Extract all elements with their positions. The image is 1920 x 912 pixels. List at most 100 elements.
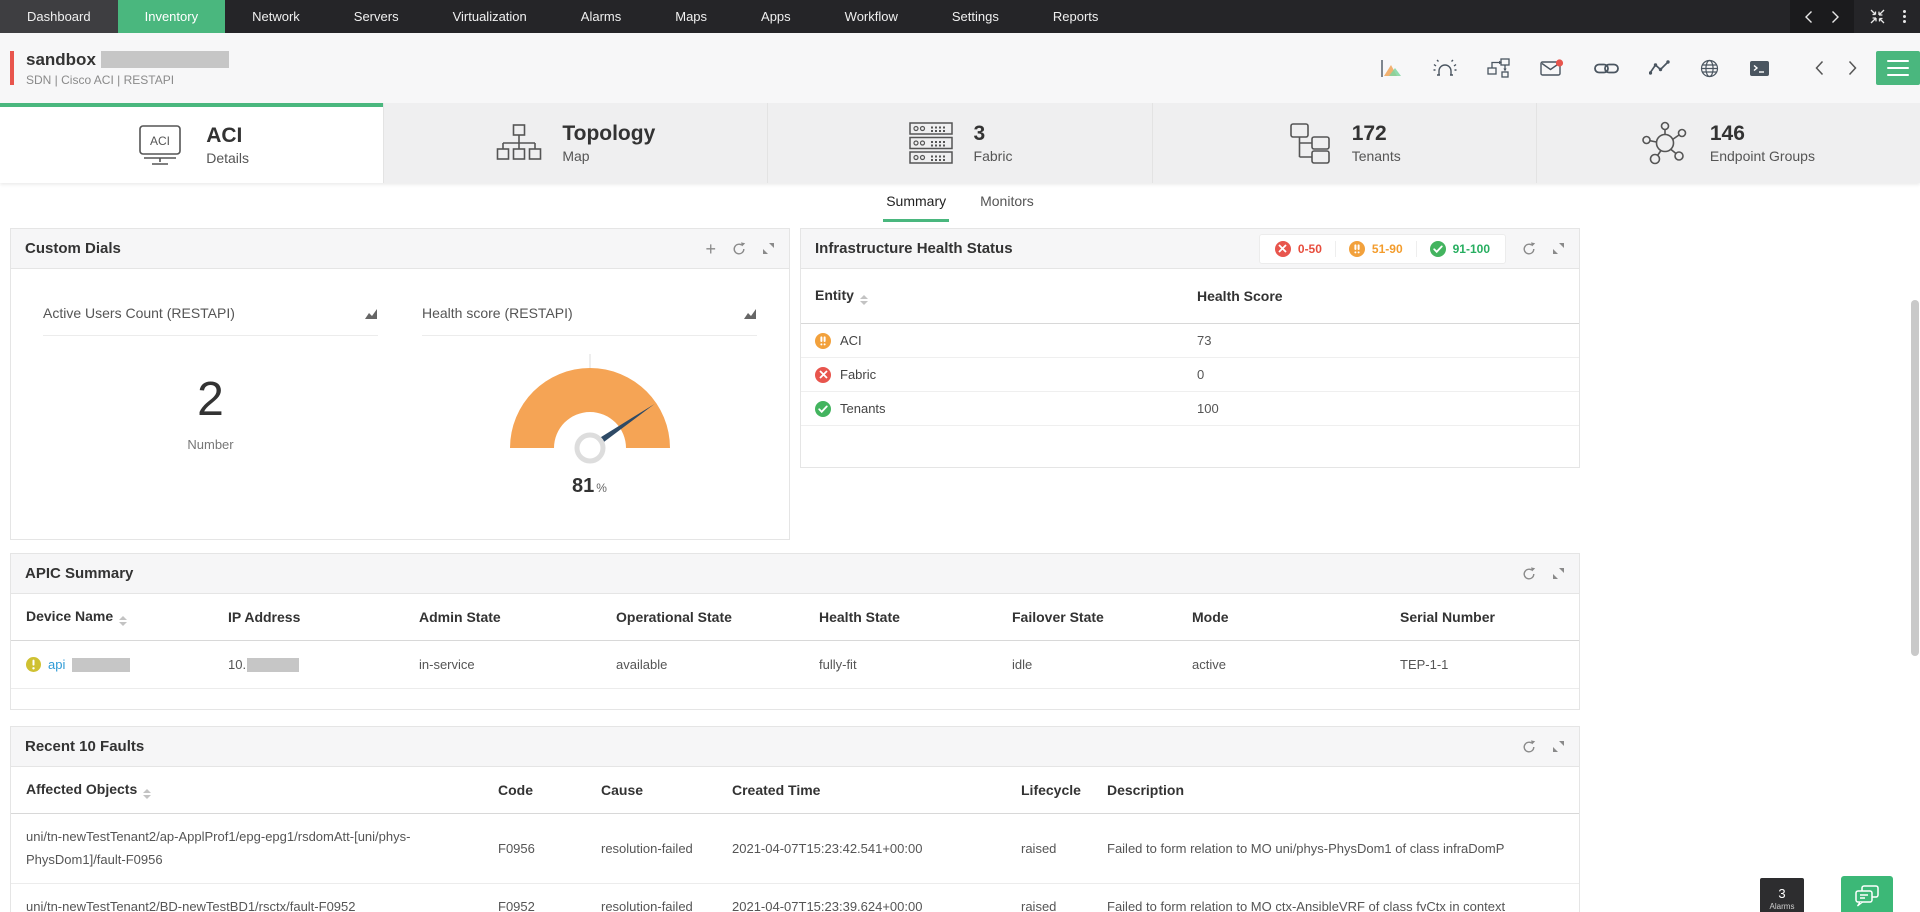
nav-item-apps[interactable]: Apps xyxy=(734,0,818,33)
column-mode: Mode xyxy=(1192,609,1400,625)
warning-icon xyxy=(815,333,831,349)
expand-icon[interactable] xyxy=(762,242,775,255)
expand-icon[interactable] xyxy=(1552,567,1565,580)
line-chart-icon[interactable] xyxy=(1649,60,1670,76)
refresh-icon[interactable] xyxy=(1522,567,1536,581)
entity-name: Tenants xyxy=(840,401,886,416)
mail-icon[interactable] xyxy=(1540,59,1564,78)
tab-summary[interactable]: Summary xyxy=(883,183,949,222)
panel-title: Infrastructure Health Status xyxy=(815,240,1013,257)
card-value: 146 xyxy=(1710,122,1815,145)
health-score: 73 xyxy=(1197,333,1565,348)
device-pager xyxy=(1814,60,1858,76)
workflow-icon[interactable] xyxy=(1487,58,1510,78)
description-cell: Failed to form relation to MO uni/phys-P… xyxy=(1107,830,1564,867)
mini-area-chart-icon xyxy=(744,306,757,320)
page-subtitle: SDN | Cisco ACI | RESTAPI xyxy=(26,73,229,87)
nav-item-servers[interactable]: Servers xyxy=(327,0,426,33)
nav-item-dashboard[interactable]: Dashboard xyxy=(0,0,118,33)
card-subtitle: Details xyxy=(206,150,249,166)
menu-button[interactable] xyxy=(1876,51,1920,85)
description-cell: Failed to form relation to MO ctx-Ansibl… xyxy=(1107,888,1564,912)
nav-item-settings[interactable]: Settings xyxy=(925,0,1026,33)
exit-fullscreen-icon[interactable] xyxy=(1870,9,1885,24)
tab-monitors[interactable]: Monitors xyxy=(977,183,1037,222)
created-time-cell: 2021-04-07T15:23:39.624+00:00 xyxy=(732,888,1021,912)
card-text: ACI Details xyxy=(206,124,249,166)
health-score: 100 xyxy=(1197,401,1565,416)
overflow-menu-icon[interactable] xyxy=(1899,10,1910,23)
prev-device-icon[interactable] xyxy=(1814,60,1824,76)
created-time-cell: 2021-04-07T15:23:42.541+00:00 xyxy=(732,830,1021,867)
expand-icon[interactable] xyxy=(1552,242,1565,255)
mini-area-chart-icon xyxy=(365,306,378,320)
terminal-icon[interactable] xyxy=(1749,60,1770,77)
panel-actions xyxy=(1522,740,1565,754)
panel-actions: 0-50 51-90 91-100 xyxy=(1259,234,1565,264)
add-dial-icon[interactable]: + xyxy=(705,240,716,258)
failover-state-cell: idle xyxy=(1012,657,1192,672)
nav-item-network[interactable]: Network xyxy=(225,0,327,33)
tab-endpoint-groups[interactable]: 146 Endpoint Groups xyxy=(1536,103,1920,183)
column-serial-number: Serial Number xyxy=(1400,609,1564,625)
column-admin-state: Admin State xyxy=(419,609,616,625)
alarms-badge[interactable]: 3 Alarms xyxy=(1760,878,1804,912)
tab-topology-map[interactable]: Topology Map xyxy=(383,103,767,183)
area-chart-icon[interactable] xyxy=(1380,59,1403,78)
custom-dials-panel: Custom Dials + Active Users Count (RESTA… xyxy=(10,228,790,540)
nav-prev-icon[interactable] xyxy=(1804,10,1813,24)
card-text: 3 Fabric xyxy=(974,122,1013,164)
card-text: 172 Tenants xyxy=(1352,122,1401,164)
panel-actions xyxy=(1522,567,1565,581)
affected-object-cell: uni/tn-newTestTenant2/ap-ApplProf1/epg-e… xyxy=(26,814,498,883)
alarm-icon[interactable] xyxy=(1433,58,1457,78)
next-device-icon[interactable] xyxy=(1848,60,1858,76)
legend-range: 91-100 xyxy=(1453,242,1490,256)
tab-aci-details[interactable]: ACI ACI Details xyxy=(0,103,383,183)
refresh-icon[interactable] xyxy=(1522,740,1536,754)
card-title: Topology xyxy=(562,122,655,145)
nav-item-reports[interactable]: Reports xyxy=(1026,0,1126,33)
redacted-text xyxy=(247,658,299,672)
serial-number-cell: TEP-1-1 xyxy=(1400,657,1564,672)
column-device-name[interactable]: Device Name xyxy=(26,608,228,626)
health-row-tenants: Tenants 100 xyxy=(801,392,1579,426)
dial-number-widget: 2 Number xyxy=(43,372,378,452)
column-affected-objects[interactable]: Affected Objects xyxy=(26,781,498,799)
dial-label-row: Health score (RESTAPI) xyxy=(422,305,757,336)
tab-fabric[interactable]: 3 Fabric xyxy=(767,103,1151,183)
expand-icon[interactable] xyxy=(1552,740,1565,753)
dial-unit: Number xyxy=(43,437,378,452)
link-icon[interactable] xyxy=(1594,61,1619,76)
apic-table-header: Device Name IP Address Admin State Opera… xyxy=(11,594,1579,641)
scrollbar[interactable] xyxy=(1911,300,1919,656)
nav-item-workflow[interactable]: Workflow xyxy=(818,0,925,33)
nav-item-maps[interactable]: Maps xyxy=(648,0,734,33)
endpoint-groups-icon xyxy=(1642,121,1690,165)
recent-faults-panel: Recent 10 Faults Affected Objects Code C… xyxy=(10,726,1580,912)
cause-cell: resolution-failed xyxy=(601,830,732,867)
refresh-icon[interactable] xyxy=(732,242,746,256)
health-row-aci: ACI 73 xyxy=(801,324,1579,358)
legend-good: 91-100 xyxy=(1416,241,1503,257)
refresh-icon[interactable] xyxy=(1522,242,1536,256)
entity-name: ACI xyxy=(840,333,862,348)
nav-item-inventory[interactable]: Inventory xyxy=(118,0,225,33)
globe-icon[interactable] xyxy=(1700,59,1719,78)
health-state-cell: fully-fit xyxy=(819,657,1012,672)
nav-item-virtualization[interactable]: Virtualization xyxy=(426,0,554,33)
card-value: 172 xyxy=(1352,122,1401,145)
code-cell: F0956 xyxy=(498,830,601,867)
top-nav: Dashboard Inventory Network Servers Virt… xyxy=(0,0,1920,33)
nav-item-alarms[interactable]: Alarms xyxy=(554,0,648,33)
tenants-icon xyxy=(1288,122,1332,164)
card-subtitle: Tenants xyxy=(1352,148,1401,164)
chat-button[interactable] xyxy=(1841,876,1893,912)
nav-controls xyxy=(1790,0,1920,33)
device-link[interactable]: api xyxy=(48,657,65,672)
nav-next-icon[interactable] xyxy=(1831,10,1840,24)
gauge-value: 81% xyxy=(422,475,757,498)
column-entity[interactable]: Entity xyxy=(815,287,1197,305)
faults-table-header: Affected Objects Code Cause Created Time… xyxy=(11,767,1579,814)
tab-tenants[interactable]: 172 Tenants xyxy=(1152,103,1536,183)
